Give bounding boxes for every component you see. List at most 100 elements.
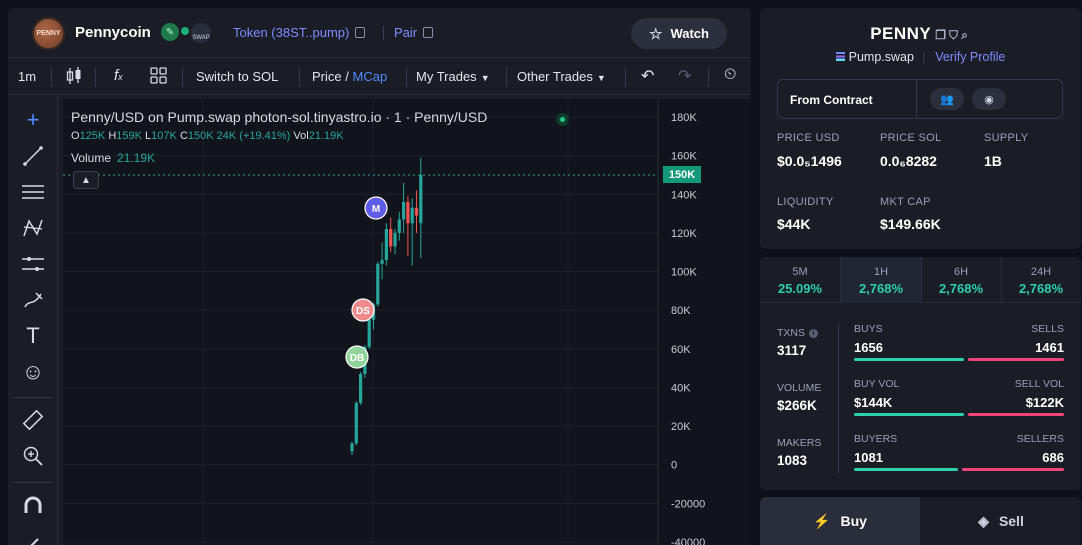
buy-tab[interactable]: ⚡ Buy: [760, 497, 920, 545]
price-mcap-toggle[interactable]: Price / MCap: [312, 69, 387, 84]
pattern-tool-icon[interactable]: [20, 215, 46, 241]
tab-24h[interactable]: 24H 2,768%: [1001, 257, 1081, 303]
indicators-icon[interactable]: fx: [114, 67, 123, 84]
txns-value: 3117: [777, 343, 807, 358]
swap-badge-text: SWAP: [192, 35, 210, 41]
candle-body: [367, 319, 371, 347]
layout-grid-icon[interactable]: [150, 67, 167, 87]
candle-body: [402, 202, 406, 220]
redo-icon[interactable]: ↷: [678, 66, 691, 86]
price-option[interactable]: Price: [312, 69, 342, 84]
info-icon[interactable]: i: [809, 329, 819, 338]
supply-label: SUPPLY: [984, 132, 1029, 144]
y-axis-tick-label: 100K: [671, 267, 697, 279]
emoji-icon[interactable]: ☺: [20, 359, 46, 385]
candle-body: [384, 229, 388, 260]
search-icon[interactable]: ⌕: [961, 28, 971, 42]
divider: [838, 323, 839, 473]
replay-clock-icon[interactable]: ⏲: [724, 66, 736, 84]
divider: |: [921, 50, 926, 64]
copy-icon[interactable]: [355, 27, 366, 38]
tab-label: 6H: [953, 266, 969, 278]
measure-range-icon[interactable]: [20, 251, 46, 277]
mcap-option[interactable]: MCap: [353, 69, 388, 84]
change-value: 24K (+19.41%): [216, 130, 291, 142]
horizontal-lines-icon[interactable]: [20, 179, 46, 205]
copy-icon[interactable]: [423, 27, 434, 38]
undo-icon[interactable]: ↶: [641, 66, 654, 86]
candle-body: [393, 232, 397, 247]
lightning-icon: ⚡: [813, 512, 831, 529]
other-trades-dropdown[interactable]: Other Trades ▼: [517, 69, 606, 84]
verify-profile-link[interactable]: Verify Profile: [935, 50, 1005, 64]
switch-to-sol-button[interactable]: Switch to SOL: [196, 69, 278, 84]
tab-label: 24H: [1030, 266, 1052, 278]
makers-label: MAKERS: [777, 437, 822, 449]
candle-body: [354, 402, 358, 444]
divider: [299, 67, 300, 87]
txns-label: TXNS i: [777, 327, 819, 339]
price-chart[interactable]: 180K 160K 140K 120K 100K 80K 60K 40K 20K 0 -20000 -…: [63, 99, 751, 545]
y-axis-tick-label: -40000: [671, 537, 705, 545]
watch-button[interactable]: ☆ Watch: [631, 18, 727, 49]
chart-title: Penny/USD on Pump.swap photon-sol.tinyas…: [71, 109, 488, 125]
chevron-down-icon: ▼: [480, 73, 490, 83]
divider: [95, 67, 96, 87]
ruler-icon[interactable]: [20, 407, 46, 433]
pill-icon: ✎: [161, 23, 179, 41]
globe-icon[interactable]: ◉: [972, 88, 1006, 110]
chart-panel: PENNY Pennycoin ✎ SWAP Token (38ST..pump…: [8, 8, 751, 545]
tab-label: 1H: [873, 266, 889, 278]
magnet-icon[interactable]: [20, 493, 46, 519]
text-tool-icon[interactable]: T: [20, 323, 46, 349]
close-label: C: [179, 130, 188, 142]
buyers-bar: [854, 468, 958, 471]
tag-icon: ◈: [978, 512, 989, 529]
candles-icon[interactable]: [66, 66, 82, 89]
tab-value: 2,768%: [938, 281, 984, 296]
chevron-down-icon: ▼: [596, 73, 606, 83]
drawing-tools-sidebar: + T ☺: [8, 96, 58, 545]
divider: [708, 67, 709, 87]
divider: [506, 67, 507, 87]
from-contract-label[interactable]: From Contract: [790, 93, 873, 107]
token-address-text: Token (38ST..pump): [233, 25, 350, 40]
close-value: 150K: [187, 130, 214, 142]
liquidity-value: $44K: [777, 216, 811, 232]
sell-vol-label: SELL VOL: [1014, 378, 1064, 390]
vol-value: 21.19K: [308, 130, 344, 142]
tab-5m[interactable]: 5M 25.09%: [760, 257, 840, 303]
y-axis-tick-label: 20K: [671, 421, 691, 433]
trading-stats-panel: 5M 25.09% 1H 2,768% 6H 2,768% 24H 2,768% TXN…: [760, 257, 1081, 490]
shield-icon[interactable]: ⛉: [949, 28, 961, 42]
copy-icon[interactable]: ❐: [935, 28, 949, 42]
sell-tab[interactable]: ◈ Sell: [921, 497, 1081, 545]
contract-box: From Contract 👥 ◉: [777, 79, 1063, 119]
pair-link[interactable]: Pair: [394, 25, 434, 40]
zoom-in-icon[interactable]: [20, 443, 46, 469]
token-address-link[interactable]: Token (38ST..pump): [233, 25, 366, 40]
y-axis-tick-label: 80K: [671, 305, 691, 317]
collapse-legend-button[interactable]: ▲: [73, 171, 99, 189]
chart-canvas[interactable]: 180K 160K 140K 120K 100K 80K 60K 40K 20K 0 -20000 -…: [63, 99, 751, 545]
lock-pencil-icon[interactable]: [20, 531, 46, 545]
volume-value: $266K: [777, 398, 817, 413]
y-axis-tick-label: 40K: [671, 382, 691, 394]
buy-vol-bar: [854, 413, 964, 416]
interval-selector[interactable]: 1m: [18, 69, 36, 84]
coin-name: Pennycoin: [75, 24, 151, 41]
y-axis-tick-label: 60K: [671, 344, 691, 356]
tab-6h[interactable]: 6H 2,768%: [921, 257, 1001, 303]
tab-1h[interactable]: 1H 2,768%: [841, 257, 921, 303]
candle-body: [414, 207, 419, 216]
sells-bar: [968, 358, 1064, 361]
y-axis-tick-label: 180K: [671, 112, 697, 124]
buy-label: Buy: [840, 513, 867, 529]
platform-name[interactable]: Pump.swap: [849, 50, 914, 64]
trend-line-icon[interactable]: [20, 143, 46, 169]
brush-icon[interactable]: [20, 287, 46, 313]
community-icon[interactable]: 👥: [930, 88, 964, 110]
my-trades-dropdown[interactable]: My Trades ▼: [416, 69, 490, 84]
price-sol-value: 0.0₆8282: [880, 153, 937, 169]
crosshair-icon[interactable]: +: [20, 107, 46, 133]
